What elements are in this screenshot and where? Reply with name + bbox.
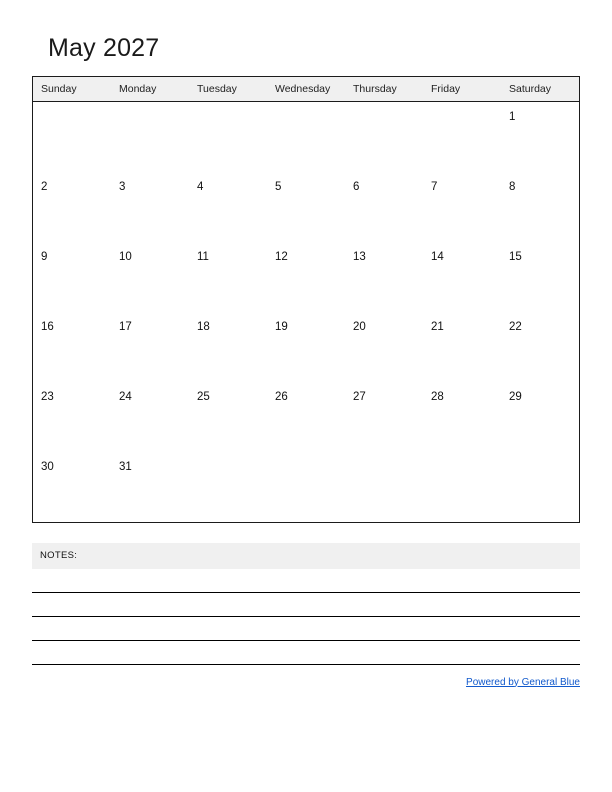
day-cell[interactable]: 25 (189, 382, 267, 452)
day-cell[interactable]: 14 (423, 242, 501, 312)
day-cell[interactable] (33, 102, 111, 172)
calendar-body: 1 2 3 4 5 6 7 8 9 10 11 12 13 14 15 16 1… (33, 102, 579, 522)
day-cell[interactable]: 29 (501, 382, 579, 452)
weekday-header-monday: Monday (111, 77, 189, 102)
footer: Powered by General Blue (32, 672, 580, 690)
day-cell[interactable]: 23 (33, 382, 111, 452)
day-cell[interactable]: 24 (111, 382, 189, 452)
notes-line[interactable] (32, 617, 580, 641)
day-cell[interactable]: 26 (267, 382, 345, 452)
day-cell[interactable]: 3 (111, 172, 189, 242)
day-cell[interactable]: 9 (33, 242, 111, 312)
day-cell[interactable]: 20 (345, 312, 423, 382)
day-cell[interactable] (345, 102, 423, 172)
day-cell[interactable]: 15 (501, 242, 579, 312)
weekday-header-friday: Friday (423, 77, 501, 102)
day-cell[interactable]: 10 (111, 242, 189, 312)
calendar-week-row: 9 10 11 12 13 14 15 (33, 242, 579, 312)
notes-lines-area (32, 569, 580, 665)
calendar-week-row: 16 17 18 19 20 21 22 (33, 312, 579, 382)
weekday-header-sunday: Sunday (33, 77, 111, 102)
calendar-week-row: 30 31 (33, 452, 579, 522)
notes-line[interactable] (32, 593, 580, 617)
page-title: May 2027 (48, 34, 160, 62)
day-cell[interactable]: 5 (267, 172, 345, 242)
day-cell[interactable]: 17 (111, 312, 189, 382)
day-cell[interactable]: 11 (189, 242, 267, 312)
weekday-header-wednesday: Wednesday (267, 77, 345, 102)
day-cell[interactable]: 28 (423, 382, 501, 452)
day-cell[interactable] (189, 452, 267, 522)
calendar-header-row: Sunday Monday Tuesday Wednesday Thursday… (33, 77, 579, 102)
day-cell[interactable]: 12 (267, 242, 345, 312)
day-cell[interactable] (189, 102, 267, 172)
notes-label: NOTES: (40, 550, 78, 561)
day-cell[interactable] (111, 102, 189, 172)
day-cell[interactable]: 13 (345, 242, 423, 312)
calendar-grid: Sunday Monday Tuesday Wednesday Thursday… (32, 76, 580, 523)
day-cell[interactable] (423, 452, 501, 522)
day-cell[interactable]: 4 (189, 172, 267, 242)
day-cell[interactable]: 30 (33, 452, 111, 522)
powered-by-link[interactable]: Powered by General Blue (466, 677, 580, 688)
day-cell[interactable]: 2 (33, 172, 111, 242)
day-cell[interactable]: 16 (33, 312, 111, 382)
day-cell[interactable]: 21 (423, 312, 501, 382)
calendar-week-row: 23 24 25 26 27 28 29 (33, 382, 579, 452)
weekday-header-thursday: Thursday (345, 77, 423, 102)
day-cell[interactable]: 19 (267, 312, 345, 382)
day-cell[interactable]: 27 (345, 382, 423, 452)
day-cell[interactable] (423, 102, 501, 172)
day-cell[interactable]: 31 (111, 452, 189, 522)
day-cell[interactable] (267, 452, 345, 522)
day-cell[interactable] (345, 452, 423, 522)
notes-line[interactable] (32, 569, 580, 593)
day-cell[interactable]: 6 (345, 172, 423, 242)
day-cell[interactable]: 1 (501, 102, 579, 172)
calendar-week-row: 2 3 4 5 6 7 8 (33, 172, 579, 242)
day-cell[interactable]: 8 (501, 172, 579, 242)
weekday-header-saturday: Saturday (501, 77, 579, 102)
day-cell[interactable]: 22 (501, 312, 579, 382)
notes-line[interactable] (32, 641, 580, 665)
day-cell[interactable]: 18 (189, 312, 267, 382)
weekday-header-tuesday: Tuesday (189, 77, 267, 102)
calendar-table: Sunday Monday Tuesday Wednesday Thursday… (33, 77, 579, 522)
day-cell[interactable]: 7 (423, 172, 501, 242)
day-cell[interactable] (501, 452, 579, 522)
notes-header-bar: NOTES: (32, 542, 580, 569)
day-cell[interactable] (267, 102, 345, 172)
calendar-page: May 2027 Sunday Monday Tuesday Wednesday… (0, 0, 612, 792)
calendar-week-row: 1 (33, 102, 579, 172)
